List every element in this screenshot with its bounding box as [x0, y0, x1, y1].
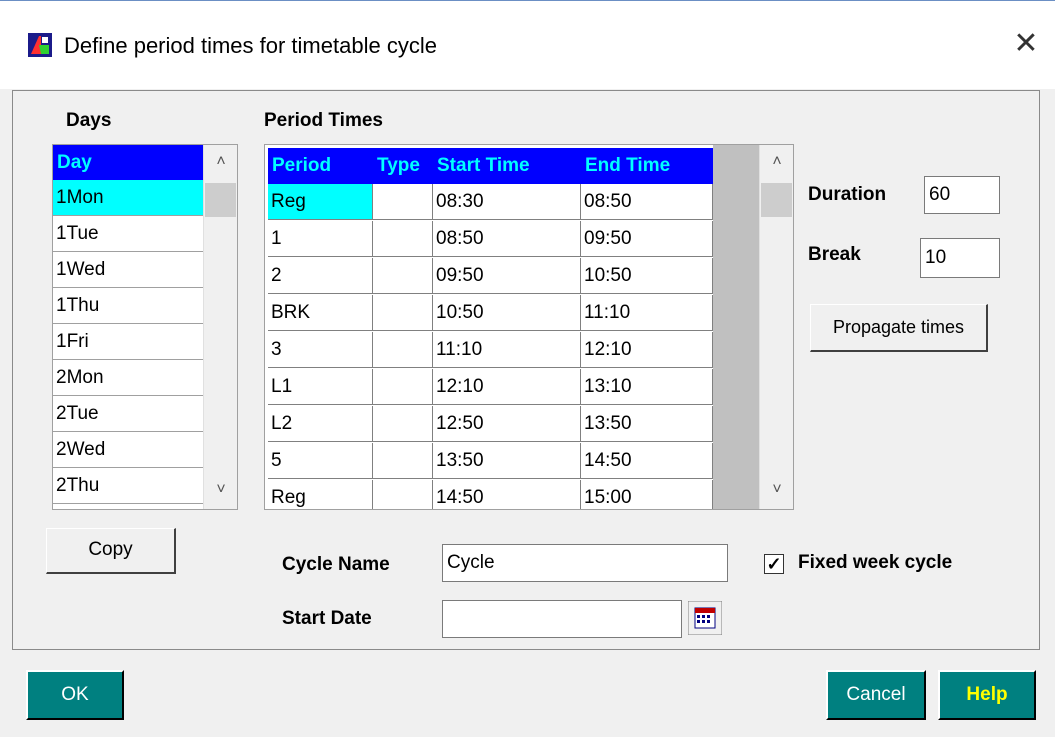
end-time-cell[interactable]: 11:10	[581, 295, 713, 331]
day-list-item[interactable]: 1Fri	[53, 324, 203, 360]
type-cell[interactable]	[373, 221, 433, 257]
cancel-button[interactable]: Cancel	[826, 670, 926, 720]
chevron-down-icon[interactable]: ˅	[760, 477, 793, 503]
period-cell[interactable]: Reg	[268, 480, 373, 509]
period-cell[interactable]: Reg	[268, 184, 373, 220]
propagate-times-button[interactable]: Propagate times	[810, 304, 988, 352]
chevron-up-icon[interactable]: ˄	[204, 149, 237, 175]
column-header-end-time[interactable]: End Time	[581, 148, 713, 184]
day-list-item[interactable]: 1Thu	[53, 288, 203, 324]
end-time-cell[interactable]: 12:10	[581, 332, 713, 368]
chevron-down-icon[interactable]: ˅	[204, 477, 237, 503]
period-cell[interactable]: L2	[268, 406, 373, 442]
period-cell[interactable]: 1	[268, 221, 373, 257]
day-list-item[interactable]: 2Tue	[53, 396, 203, 432]
duration-label: Duration	[808, 184, 887, 205]
end-time-cell[interactable]: 08:50	[581, 184, 713, 220]
end-time-cell[interactable]: 15:00	[581, 480, 713, 509]
type-cell[interactable]	[373, 406, 433, 442]
copy-button[interactable]: Copy	[46, 528, 176, 574]
cancel-label: Cancel	[846, 684, 906, 705]
help-button[interactable]: Help	[938, 670, 1036, 720]
title-bar: Define period times for timetable cycle …	[0, 0, 1055, 89]
day-list-item[interactable]: 1Mon	[53, 180, 203, 216]
fixed-week-label: Fixed week cycle	[798, 552, 953, 573]
cycle-name-input[interactable]	[442, 544, 728, 582]
close-icon[interactable]: ✕	[1011, 29, 1041, 59]
end-time-cell[interactable]: 14:50	[581, 443, 713, 479]
app-icon	[28, 33, 52, 57]
duration-input[interactable]	[924, 176, 1000, 214]
type-cell[interactable]	[373, 295, 433, 331]
period-cell[interactable]: 2	[268, 258, 373, 294]
end-time-cell[interactable]: 13:50	[581, 406, 713, 442]
ok-label: OK	[61, 684, 89, 705]
help-label: Help	[966, 684, 1008, 705]
start-time-cell[interactable]: 11:10	[433, 332, 581, 368]
days-list[interactable]: Day 1Mon 1Tue 1Wed 1Thu 1Fri 2Mon 2Tue 2Wed 2Thu…	[52, 144, 238, 510]
type-cell[interactable]	[373, 184, 433, 220]
days-label: Days	[66, 110, 112, 131]
start-time-cell[interactable]: 08:50	[433, 221, 581, 257]
break-input[interactable]	[920, 238, 1000, 278]
start-time-cell[interactable]: 12:10	[433, 369, 581, 405]
chevron-up-icon[interactable]: ˄	[760, 149, 793, 175]
end-time-cell[interactable]: 13:10	[581, 369, 713, 405]
period-times-grid[interactable]: Period Type Start Time End Time Reg 08:30…	[264, 144, 794, 510]
calendar-icon[interactable]	[688, 601, 722, 635]
type-cell[interactable]	[373, 332, 433, 368]
day-list-item[interactable]: 2Wed	[53, 432, 203, 468]
period-times-label: Period Times	[264, 110, 383, 131]
column-header-period[interactable]: Period	[268, 148, 373, 184]
end-time-cell[interactable]: 09:50	[581, 221, 713, 257]
day-list-item[interactable]: 1Tue	[53, 216, 203, 252]
window-title: Define period times for timetable cycle	[64, 33, 437, 58]
start-date-input[interactable]	[442, 600, 682, 638]
ok-button[interactable]: OK	[26, 670, 124, 720]
period-cell[interactable]: 5	[268, 443, 373, 479]
start-time-cell[interactable]: 14:50	[433, 480, 581, 509]
start-date-label: Start Date	[282, 608, 372, 629]
day-list-item[interactable]: 2Mon	[53, 360, 203, 396]
day-list-item[interactable]: 1Wed	[53, 252, 203, 288]
type-cell[interactable]	[373, 480, 433, 509]
start-time-cell[interactable]: 08:30	[433, 184, 581, 220]
days-scroll-thumb[interactable]	[205, 183, 236, 217]
break-label: Break	[808, 244, 861, 265]
day-list-item[interactable]: 2Thu	[53, 468, 203, 504]
type-cell[interactable]	[373, 443, 433, 479]
grid-blank-column	[713, 145, 759, 509]
period-cell[interactable]: L1	[268, 369, 373, 405]
period-scroll-thumb[interactable]	[761, 183, 792, 217]
start-time-cell[interactable]: 10:50	[433, 295, 581, 331]
days-scrollbar[interactable]: ˄ ˅	[203, 145, 237, 509]
column-header-type[interactable]: Type	[373, 148, 433, 184]
checkmark-icon: ✓	[766, 554, 782, 574]
type-cell[interactable]	[373, 369, 433, 405]
start-time-cell[interactable]: 13:50	[433, 443, 581, 479]
start-time-cell[interactable]: 09:50	[433, 258, 581, 294]
days-list-header: Day	[53, 145, 203, 180]
cycle-name-label: Cycle Name	[282, 554, 390, 575]
start-time-cell[interactable]: 12:50	[433, 406, 581, 442]
column-header-start-time[interactable]: Start Time	[433, 148, 581, 184]
period-cell[interactable]: 3	[268, 332, 373, 368]
period-cell[interactable]: BRK	[268, 295, 373, 331]
period-scrollbar[interactable]: ˄ ˅	[759, 145, 793, 509]
end-time-cell[interactable]: 10:50	[581, 258, 713, 294]
type-cell[interactable]	[373, 258, 433, 294]
fixed-week-checkbox[interactable]: ✓	[764, 554, 784, 574]
